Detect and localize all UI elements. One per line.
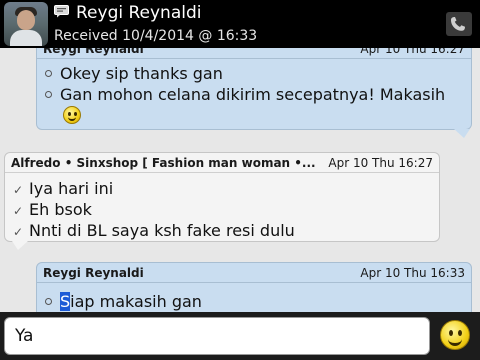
sent-status-icon (45, 70, 52, 77)
message-sender: Reygi Reynaldi (43, 266, 144, 280)
message-header: Reygi Reynaldi Apr 10 Thu 16:27 (37, 48, 471, 59)
delivered-check-icon: ✓ (13, 183, 24, 197)
message-emoticon (63, 106, 81, 129)
received-timestamp: Received 10/4/2014 @ 16:33 (54, 28, 258, 44)
message-line: ✓ Nnti di BL saya ksh fake resi dulu (13, 221, 295, 240)
avatar-face (17, 10, 35, 30)
message-timestamp: Apr 10 Thu 16:27 (328, 156, 433, 170)
message-input[interactable]: Ya (4, 317, 430, 355)
message-sender: Reygi Reynaldi (43, 48, 144, 56)
sent-status-icon (45, 298, 52, 305)
emoticon-button[interactable] (440, 320, 472, 352)
message-sender: Alfredo • Sinxshop [ Fashion man woman •… (11, 156, 316, 170)
message-timestamp: Apr 10 Thu 16:33 (360, 266, 465, 280)
message-timestamp: Apr 10 Thu 16:27 (360, 48, 465, 56)
avatar-shirt (10, 30, 42, 46)
call-button[interactable] (446, 12, 472, 36)
bubble-tail (454, 129, 470, 138)
contact-avatar[interactable] (4, 2, 48, 46)
message-line: Okey sip thanks gan (45, 64, 223, 84)
delivered-check-icon: ✓ (13, 204, 24, 218)
message-bubble-incoming[interactable]: Alfredo • Sinxshop [ Fashion man woman •… (4, 152, 440, 242)
smiley-emoticon (63, 106, 81, 124)
message-line: Siap makasih gan (45, 292, 202, 312)
message-bubble-outgoing[interactable]: Reygi Reynaldi Apr 10 Thu 16:27 Okey sip… (36, 48, 472, 130)
message-header: Alfredo • Sinxshop [ Fashion man woman •… (5, 153, 439, 173)
message-bubble-outgoing[interactable]: Reygi Reynaldi Apr 10 Thu 16:33 Siap mak… (36, 262, 472, 312)
bbm-chat-icon (54, 5, 69, 18)
selection-cursor: S (60, 292, 71, 311)
message-line: Gan mohon celana dikirim secepatnya! Mak… (45, 85, 445, 105)
compose-bar: Ya (0, 312, 480, 360)
chat-header: Reygi Reynaldi Received 10/4/2014 @ 16:3… (0, 0, 480, 48)
bubble-tail (12, 241, 28, 250)
smiley-icon (440, 320, 470, 350)
phone-icon (451, 17, 465, 31)
message-header: Reygi Reynaldi Apr 10 Thu 16:33 (37, 263, 471, 283)
message-line: ✓ Iya hari ini (13, 179, 114, 198)
conversation-area[interactable]: Reygi Reynaldi Apr 10 Thu 16:27 Okey sip… (0, 48, 480, 312)
contact-name: Reygi Reynaldi (76, 3, 202, 23)
sent-status-icon (45, 91, 52, 98)
delivered-check-icon: ✓ (13, 225, 24, 239)
message-line: ✓ Eh bsok (13, 200, 92, 219)
